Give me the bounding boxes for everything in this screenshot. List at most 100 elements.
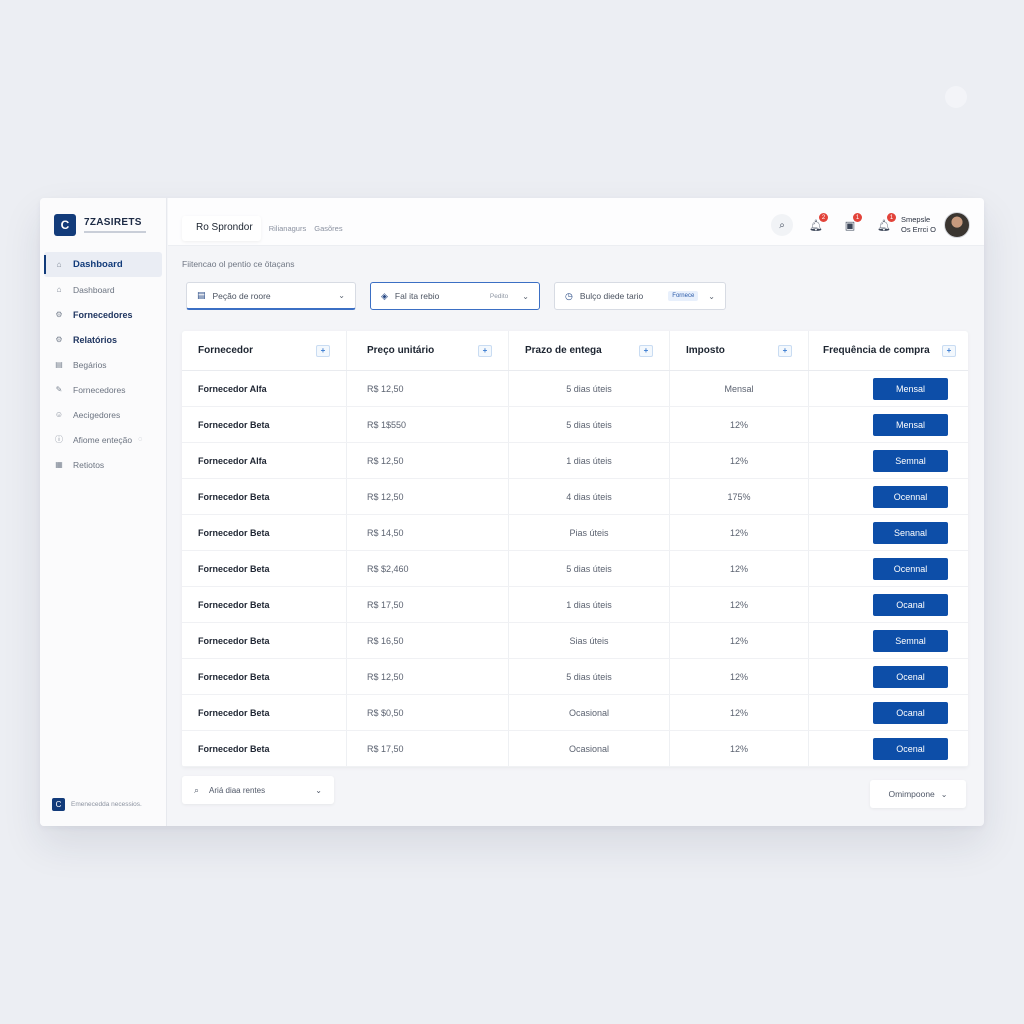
- chevron-down-icon: ⌄: [338, 291, 345, 300]
- filter-dropdown-3[interactable]: ◷ Bulço diede tario Fornece ⌄: [554, 282, 726, 310]
- user-name: Smepsle: [901, 215, 931, 225]
- chevron-down-icon: ⌄: [315, 785, 322, 795]
- price-cell: R$ 1$550: [347, 407, 509, 442]
- frequency-button[interactable]: Senanal: [873, 521, 948, 544]
- tax-cell: 12%: [670, 515, 809, 550]
- table-row[interactable]: Fornecedor Beta R$ $0,50 Ocasional 12% Ocana…: [182, 695, 968, 731]
- brand-name: 7ZASIRETS: [84, 217, 142, 228]
- supplier-cell: Fornecedor Beta: [182, 479, 347, 514]
- frequency-cell: Ocenal: [809, 659, 968, 694]
- table-row[interactable]: Fornecedor Alfa R$ 12,50 5 dias úteis Mensa…: [182, 371, 968, 407]
- table-row[interactable]: Fornecedor Beta R$ 16,50 Sias úteis 12% Semn…: [182, 623, 968, 659]
- avatar[interactable]: [944, 212, 970, 238]
- add-column-icon[interactable]: +: [478, 344, 492, 357]
- table-row[interactable]: Fornecedor Beta R$ 14,50 Pias úteis 12% Sena…: [182, 515, 968, 551]
- sidebar-item-8[interactable]: ▦ Retiotos: [44, 452, 162, 477]
- bottom-search-dropdown[interactable]: ⌕ Ariá diaa rentes ⌄: [182, 776, 334, 804]
- supplier-cell: Fornecedor Beta: [182, 731, 347, 766]
- sidebar-item-7[interactable]: ⓘ Afiome enteção ◌: [44, 427, 162, 452]
- alert-bell-icon[interactable]: 🔔︎ 1: [873, 213, 896, 236]
- sidebar-item-5[interactable]: ✎ Fornecedores: [44, 377, 162, 402]
- pencil-icon: ✎: [55, 385, 63, 394]
- column-header-preco[interactable]: Preço unitário +: [347, 331, 509, 370]
- table-row[interactable]: Fornecedor Beta R$ $2,460 5 dias úteis 12% O…: [182, 551, 968, 587]
- frequency-button[interactable]: Ocenal: [873, 665, 948, 688]
- table-body: Fornecedor Alfa R$ 12,50 5 dias úteis Mensa…: [182, 371, 968, 767]
- tab-second[interactable]: Rilianagurs: [269, 224, 307, 233]
- frequency-button[interactable]: Ocanal: [873, 593, 948, 616]
- sidebar-item-3[interactable]: ⚙ Relatórios: [44, 327, 162, 352]
- price-cell: R$ 14,50: [347, 515, 509, 550]
- sidebar-item-4[interactable]: ▤ Begários: [44, 352, 162, 377]
- inbox-icon[interactable]: ▣ 1: [839, 213, 862, 236]
- sidebar-item-label: Retiotos: [73, 459, 105, 470]
- calendar-icon: ▦: [55, 460, 63, 469]
- add-column-icon[interactable]: +: [316, 344, 330, 357]
- filter-dropdown-2[interactable]: ◈ Fal ita rebio Pedito ⌄: [370, 282, 540, 310]
- sidebar-item-2[interactable]: ⚙ Fornecedores: [44, 302, 162, 327]
- table-row[interactable]: Fornecedor Beta R$ 17,50 Ocasional 12% Ocena…: [182, 731, 968, 767]
- tax-cell: 12%: [670, 623, 809, 658]
- tab-third[interactable]: Gasõres: [314, 224, 342, 233]
- frequency-button[interactable]: Mensal: [873, 377, 948, 400]
- sidebar-item-label: Fornecedores: [73, 309, 133, 320]
- frequency-button[interactable]: Semnal: [873, 629, 948, 652]
- supplier-cell: Fornecedor Beta: [182, 587, 347, 622]
- tag-icon: ◈: [381, 290, 388, 301]
- chevron-down-icon: ⌄: [940, 789, 948, 799]
- frequency-button[interactable]: Ocennal: [873, 485, 948, 508]
- supplier-cell: Fornecedor Beta: [182, 407, 347, 442]
- logo-mark: C: [54, 214, 76, 236]
- suppliers-table: Fornecedor + Preço unitário + Prazo de ent…: [182, 331, 968, 767]
- column-header-frequencia[interactable]: Frequência de compra +: [809, 331, 968, 370]
- sidebar-item-label: Dashboard: [73, 259, 123, 270]
- frequency-button[interactable]: Semnal: [873, 449, 948, 472]
- add-column-icon[interactable]: +: [639, 344, 653, 357]
- sidebar-item-6[interactable]: ☺ Aecigedores: [44, 402, 162, 427]
- user-info[interactable]: Smepsle Os Errci O: [901, 215, 936, 235]
- column-header-fornecedor[interactable]: Fornecedor +: [182, 331, 347, 370]
- column-header-prazo[interactable]: Prazo de entega +: [509, 331, 670, 370]
- table-row[interactable]: Fornecedor Beta R$ 12,50 5 dias úteis 12% Oc…: [182, 659, 968, 695]
- brand-tagline-bar: [84, 231, 146, 233]
- tax-cell: 12%: [670, 659, 809, 694]
- table-row[interactable]: Fornecedor Beta R$ 17,50 1 dias úteis 12% Oc…: [182, 587, 968, 623]
- filter-1-value: Peção de roore: [212, 290, 271, 301]
- tax-cell: Mensal: [670, 371, 809, 406]
- header-actions: ⌕ 🔔︎ 2 ▣ 1 🔔︎ 1 Smepsle Os Errci O: [759, 212, 970, 238]
- sidebar-item-1[interactable]: ⌂ Dashboard: [44, 277, 162, 302]
- supplier-cell: Fornecedor Beta: [182, 695, 347, 730]
- delivery-cell: Ocasional: [509, 695, 670, 730]
- frequency-button[interactable]: Ocanal: [873, 701, 948, 724]
- column-header-imposto[interactable]: Imposto +: [670, 331, 809, 370]
- frequency-button[interactable]: Mensal: [873, 413, 948, 436]
- tab-main[interactable]: Ro Sprondor: [182, 216, 261, 241]
- bottom-search-value: Ariá diaa rentes: [209, 785, 266, 795]
- filter-dropdown-1[interactable]: ▤ Peção de roore ⌄: [186, 282, 356, 310]
- gear-icon: ⚙: [55, 310, 63, 319]
- add-column-icon[interactable]: +: [778, 344, 792, 357]
- sidebar: C 7ZASIRETS ⌂ Dashboard ⌂ Dashboard ⚙ Fornece…: [40, 198, 167, 826]
- sidebar-item-label: Afiome enteção: [73, 434, 133, 445]
- add-column-icon[interactable]: +: [942, 344, 956, 357]
- sidebar-item-0[interactable]: ⌂ Dashboard: [44, 252, 162, 277]
- sidebar-footer: C Emenecedda necessios.: [52, 798, 142, 811]
- sidebar-item-label: Dashboard: [73, 284, 115, 295]
- bell-icon[interactable]: 🔔︎ 2: [805, 213, 828, 236]
- table-row[interactable]: Fornecedor Alfa R$ 12,50 1 dias úteis 12% Se…: [182, 443, 968, 479]
- delivery-cell: 1 dias úteis: [509, 587, 670, 622]
- price-cell: R$ 12,50: [347, 371, 509, 406]
- frequency-cell: Ocanal: [809, 695, 968, 730]
- search-icon[interactable]: ⌕: [771, 214, 793, 236]
- bottom-select[interactable]: Omimpoone ⌄: [870, 780, 966, 808]
- frequency-button[interactable]: Ocennal: [873, 557, 948, 580]
- logo[interactable]: C 7ZASIRETS: [54, 214, 146, 236]
- table-row[interactable]: Fornecedor Beta R$ 12,50 4 dias úteis 175% O…: [182, 479, 968, 515]
- frequency-cell: Senanal: [809, 515, 968, 550]
- footer-logo-mark: C: [52, 798, 65, 811]
- price-cell: R$ $2,460: [347, 551, 509, 586]
- gear-icon: ⚙: [55, 335, 63, 344]
- filter-label: Fiitencao ol pentio ce ötaçans: [182, 259, 295, 269]
- frequency-button[interactable]: Ocenal: [873, 737, 948, 760]
- table-row[interactable]: Fornecedor Beta R$ 1$550 5 dias úteis 12% Me…: [182, 407, 968, 443]
